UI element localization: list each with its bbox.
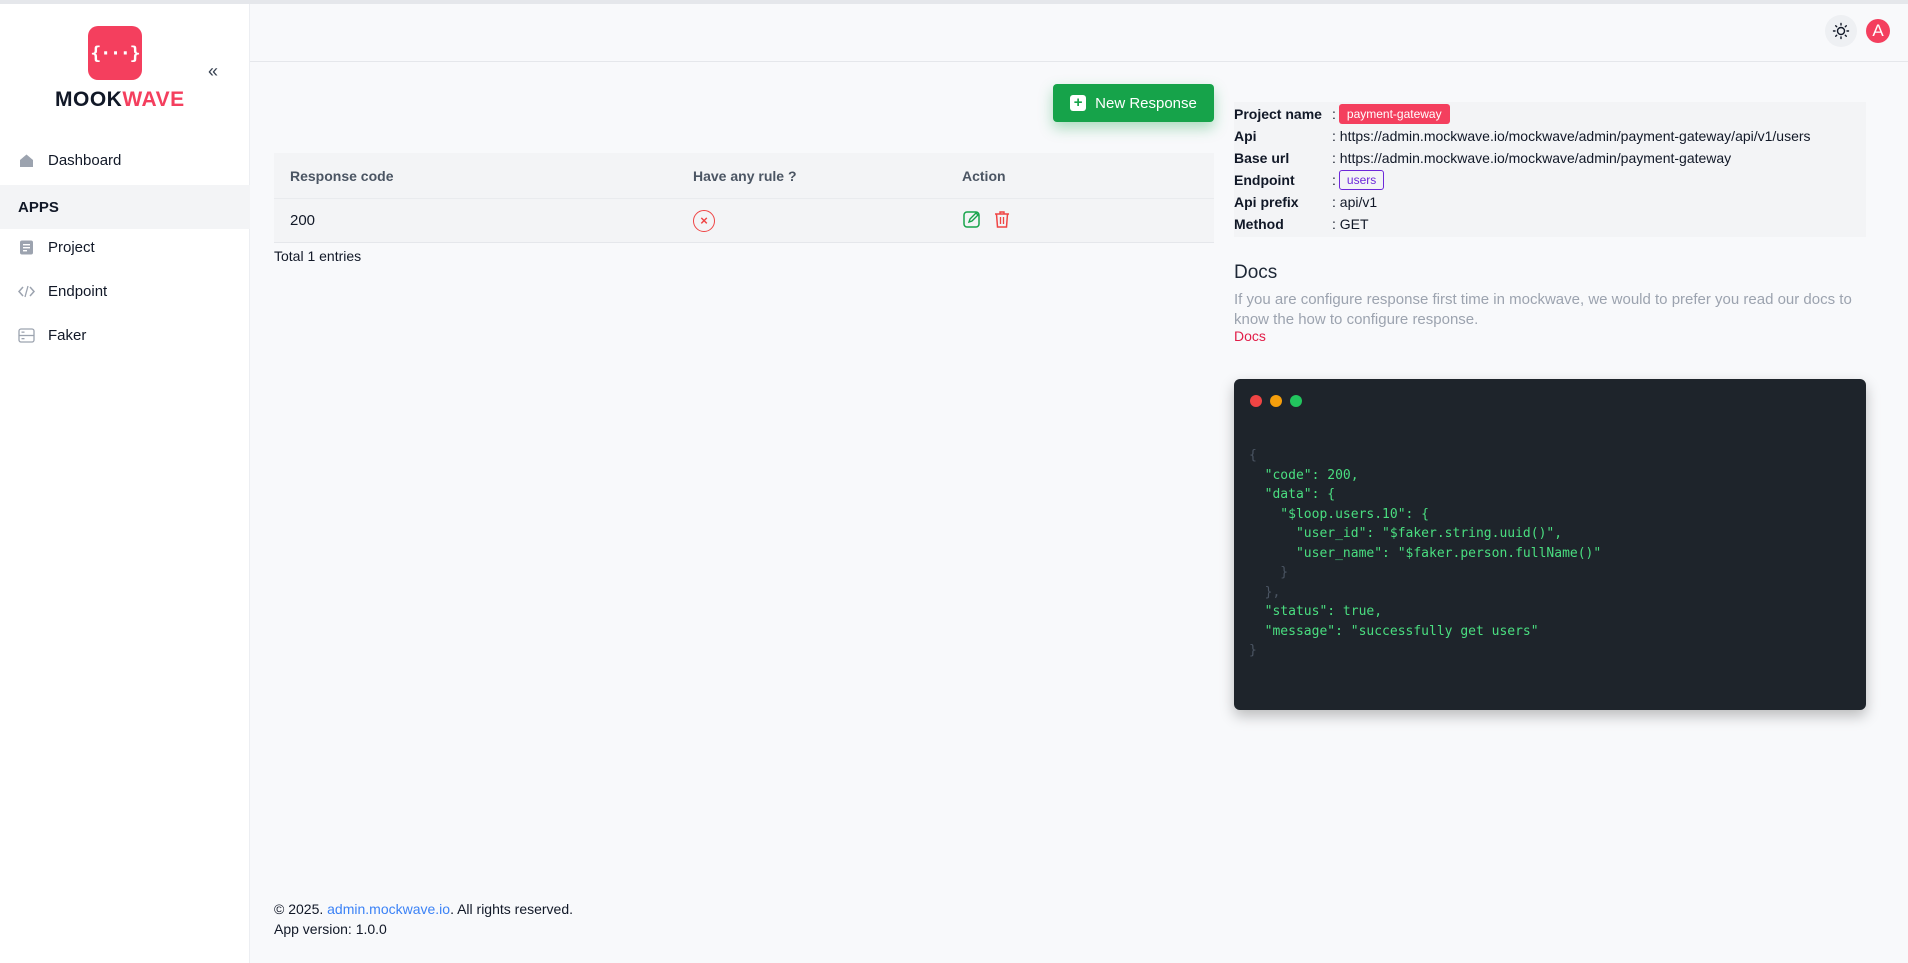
collapse-sidebar-icon[interactable]: « (208, 62, 226, 80)
top-header (250, 4, 1908, 62)
window-close-dot (1250, 395, 1262, 407)
sidebar-item-faker[interactable]: Faker (0, 315, 250, 355)
sidebar: {···} MOOKWAVE « Dashboard APPS Project … (0, 4, 250, 963)
edit-icon[interactable] (962, 209, 982, 233)
new-response-button[interactable]: + New Response (1053, 84, 1214, 122)
window-maximize-dot (1290, 395, 1302, 407)
sidebar-item-project[interactable]: Project (0, 227, 250, 267)
info-project: Project name : payment-gateway (1234, 103, 1450, 125)
info-label: Base url (1234, 150, 1290, 166)
new-response-label: New Response (1095, 94, 1197, 112)
action-cell (962, 209, 1012, 233)
endpoint-info-panel: Project name : payment-gateway Api : htt… (1234, 102, 1866, 237)
docs-link[interactable]: Docs (1234, 328, 1266, 344)
info-label: Api prefix (1234, 194, 1299, 210)
info-base-url: Base url : https://admin.mockwave.io/moc… (1234, 150, 1732, 166)
info-label: Endpoint (1234, 172, 1295, 188)
footer: © 2025. admin.mockwave.io. All rights re… (274, 899, 573, 939)
total-entries: Total 1 entries (274, 248, 362, 264)
code-icon (18, 283, 35, 300)
column-action: Action (962, 167, 1006, 184)
base-url: https://admin.mockwave.io/mockwave/admin… (1339, 150, 1732, 166)
sidebar-item-dashboard[interactable]: Dashboard (0, 140, 250, 180)
plus-icon: + (1070, 95, 1087, 111)
window-minimize-dot (1270, 395, 1282, 407)
responses-table: Response code Have any rule ? Action 200… (274, 153, 1214, 243)
json-code-block: { "code": 200, "data": { "$loop.users.10… (1249, 448, 1602, 658)
info-api-prefix: Api prefix : api/v1 (1234, 194, 1378, 210)
sidebar-item-endpoint[interactable]: Endpoint (0, 271, 250, 311)
code-preview-window: { "code": 200, "data": { "$loop.users.10… (1234, 379, 1866, 710)
response-code-cell: 200 (290, 212, 316, 229)
delete-icon[interactable] (992, 209, 1012, 233)
api-prefix: api/v1 (1339, 194, 1378, 210)
sidebar-section-apps: APPS (0, 185, 250, 229)
http-method: GET (1339, 216, 1369, 232)
endpoint-badge: users (1338, 170, 1385, 190)
info-method: Method : GET (1234, 216, 1369, 232)
sidebar-item-label: Dashboard (48, 151, 122, 169)
no-rule-icon: × (693, 209, 715, 232)
logo-icon: {···} (88, 26, 142, 80)
table-row: 200 × (274, 198, 1214, 243)
info-endpoint: Endpoint : users (1234, 169, 1385, 191)
sidebar-item-label: Endpoint (48, 282, 108, 300)
info-label: Project name (1234, 106, 1322, 122)
user-avatar[interactable]: A (1866, 19, 1890, 43)
logo-text: MOOKWAVE (55, 88, 185, 111)
rule-cell: × (693, 209, 962, 232)
sidebar-item-label: Faker (48, 326, 87, 344)
column-response-code: Response code (290, 167, 394, 184)
app-version: App version: 1.0.0 (274, 921, 387, 937)
home-icon (18, 152, 35, 169)
server-icon (18, 327, 35, 344)
theme-toggle-button[interactable] (1825, 15, 1857, 47)
api-url: https://admin.mockwave.io/mockwave/admin… (1339, 128, 1811, 144)
column-have-rule: Have any rule ? (693, 167, 797, 184)
info-label: Method (1234, 216, 1284, 232)
info-api: Api : https://admin.mockwave.io/mockwave… (1234, 128, 1811, 144)
sun-icon (1832, 22, 1850, 40)
docs-description: If you are configure response first time… (1234, 291, 1852, 328)
info-label: Api (1234, 128, 1257, 144)
document-icon (18, 239, 35, 256)
docs-title: Docs (1234, 262, 1278, 283)
table-header: Response code Have any rule ? Action (274, 153, 1214, 198)
copyright: © 2025. admin.mockwave.io. All rights re… (274, 901, 574, 917)
footer-site-link[interactable]: admin.mockwave.io (327, 901, 450, 917)
sidebar-item-label: Project (48, 238, 95, 256)
logo: {···} MOOKWAVE (55, 26, 185, 122)
project-badge: payment-gateway (1338, 104, 1450, 124)
